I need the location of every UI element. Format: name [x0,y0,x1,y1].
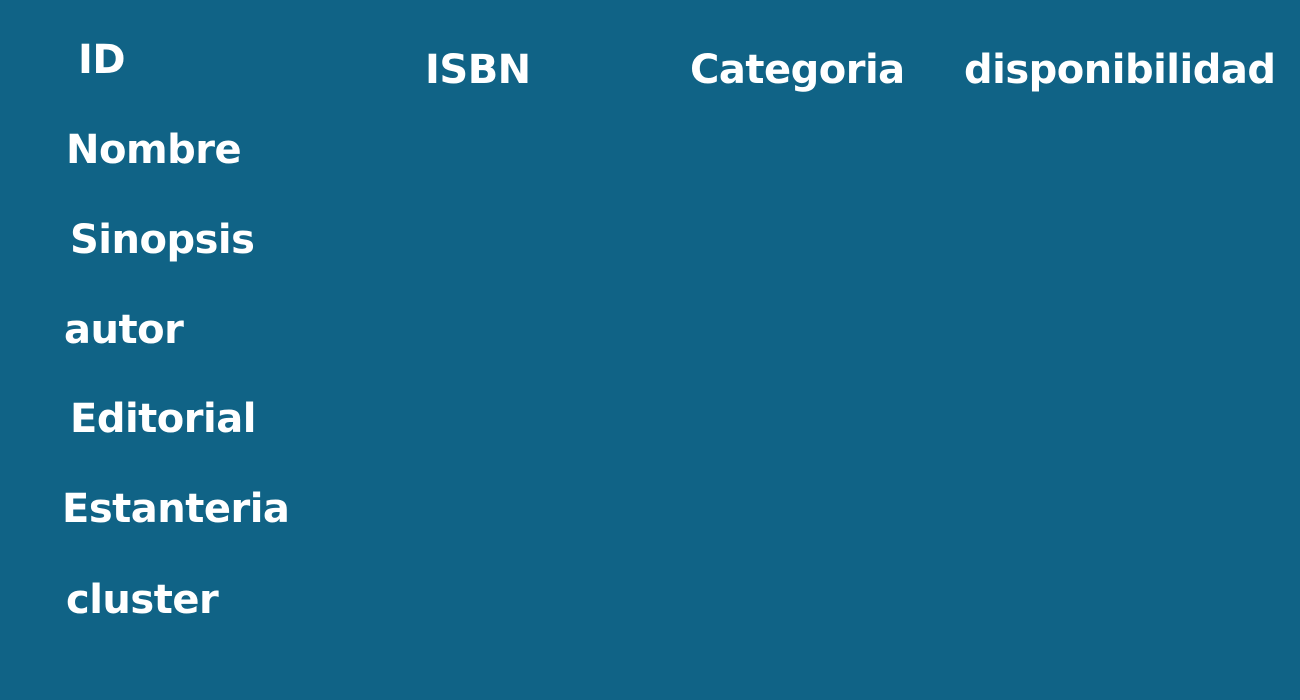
field-label-disponibilidad: disponibilidad [964,47,1276,93]
field-label-nombre: Nombre [66,127,242,173]
field-label-editorial: Editorial [70,396,256,442]
field-label-sinopsis: Sinopsis [70,217,255,263]
field-label-isbn: ISBN [425,47,531,93]
field-label-estanteria: Estanteria [62,486,290,532]
field-label-id: ID [78,37,126,83]
field-label-categoria: Categoria [690,47,905,93]
field-label-autor: autor [64,307,184,353]
field-label-cluster: cluster [66,577,219,623]
